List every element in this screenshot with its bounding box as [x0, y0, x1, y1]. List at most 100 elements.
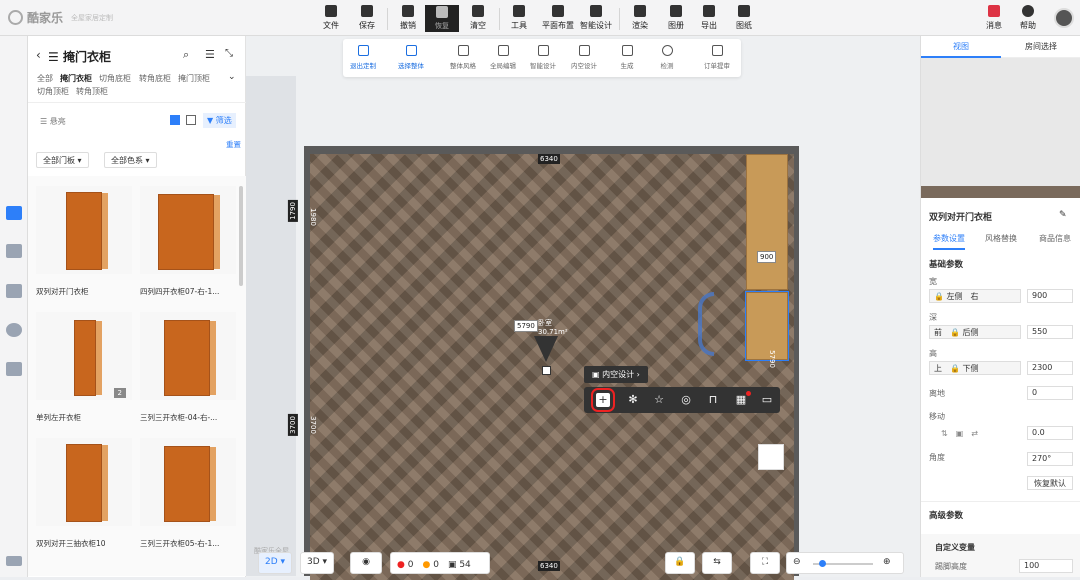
depth-input[interactable]: 550: [1027, 325, 1073, 339]
ground-input[interactable]: 0: [1027, 386, 1073, 400]
rail-list-icon[interactable]: [6, 556, 22, 566]
wardrobe-segment[interactable]: [746, 154, 788, 290]
back-icon[interactable]: ‹: [36, 48, 41, 62]
cat-chamfer-top[interactable]: 切角顶柜: [37, 86, 69, 97]
width-input[interactable]: 900: [1027, 289, 1073, 303]
edit-icon[interactable]: ✎: [1059, 210, 1067, 220]
width-side-toggle[interactable]: 🔒 左侧 右: [929, 289, 1021, 303]
zoom-control[interactable]: ⊖ ⊕: [786, 552, 904, 574]
color-filter-select[interactable]: 全部色系 ▾: [104, 152, 157, 168]
move-direction-icons[interactable]: ⇅ ▣ ⇄: [941, 428, 1011, 438]
cat-hinged-top[interactable]: 掩门顶柜: [178, 73, 210, 84]
product-card[interactable]: 双列对开门衣柜: [36, 186, 136, 297]
hide-eye-icon[interactable]: ◎: [679, 393, 693, 407]
depth-side-toggle[interactable]: 前 🔒 后侧: [929, 325, 1021, 339]
generate-button[interactable]: 生成: [607, 45, 647, 70]
render-button[interactable]: 渲染: [623, 5, 657, 31]
camera-handle-icon[interactable]: [542, 366, 551, 375]
rail-crown-icon[interactable]: [6, 244, 22, 258]
save-button[interactable]: 保存: [350, 5, 384, 31]
product-card[interactable]: 2 单列左开衣柜: [36, 312, 136, 423]
reset-default-button[interactable]: 恢复默认: [1027, 476, 1073, 490]
camera-icon[interactable]: [534, 336, 558, 362]
select-whole-button[interactable]: 选择整体: [391, 45, 431, 70]
dim-selection-width[interactable]: 900: [757, 251, 777, 263]
messages-button[interactable]: 消息: [977, 5, 1011, 31]
overall-style-button[interactable]: 整体风格: [443, 45, 483, 70]
drawing-button[interactable]: 图纸: [727, 5, 761, 31]
order-submit-button[interactable]: 订单提审: [697, 45, 737, 70]
favorite-star-icon[interactable]: ☆: [652, 393, 666, 407]
avatar[interactable]: [1054, 8, 1074, 28]
tools-menu[interactable]: 工具: [502, 5, 536, 31]
subtab-params[interactable]: 参数设置: [933, 233, 965, 250]
toggle-icon[interactable]: ⇆: [702, 552, 732, 574]
chevron-down-icon[interactable]: ⌄: [228, 72, 236, 82]
rail-cabinet-icon[interactable]: [6, 206, 22, 220]
smart-design-button[interactable]: 智能设计: [523, 45, 563, 70]
zoom-in-icon[interactable]: ⊕: [883, 557, 891, 567]
product-card[interactable]: 四列四开衣柜07-右-1...: [140, 186, 240, 297]
door-filter-select[interactable]: 全部门板 ▾: [36, 152, 89, 168]
angle-select[interactable]: 270°: [1027, 452, 1073, 466]
filter-button[interactable]: ▼ 筛选: [203, 113, 236, 128]
list-view-icon[interactable]: [186, 115, 196, 125]
view-preview[interactable]: [921, 58, 1080, 198]
visibility-eye-icon[interactable]: ◉: [350, 552, 382, 574]
fit-view-icon[interactable]: ⛶: [750, 552, 780, 574]
reset-link[interactable]: 重置: [226, 139, 241, 150]
album-button[interactable]: 图册: [659, 5, 693, 31]
kick-height-input[interactable]: 100: [1019, 559, 1073, 573]
height-input[interactable]: 2300: [1027, 361, 1073, 375]
cat-hinged-wardrobe[interactable]: 掩门衣柜: [60, 73, 92, 84]
rail-user-icon[interactable]: [6, 323, 22, 337]
lock-icon[interactable]: 🔒: [665, 552, 695, 574]
exit-customize-button[interactable]: 退出定制: [343, 45, 383, 70]
help-button[interactable]: 帮助: [1011, 5, 1045, 31]
clear-button[interactable]: 清空: [461, 5, 495, 31]
cat-corner-top[interactable]: 转角顶柜: [76, 86, 108, 97]
subtab-style[interactable]: 风格替换: [985, 233, 1017, 244]
delete-trash-icon[interactable]: ▭: [760, 393, 774, 407]
tab-view[interactable]: 视图: [921, 36, 1001, 58]
mode-3d-button[interactable]: 3D ▾: [300, 552, 335, 574]
check-button[interactable]: 检测: [647, 45, 687, 70]
rotate-handle[interactable]: [698, 292, 714, 356]
product-card[interactable]: 三列三开衣柜05-右-1...: [140, 438, 240, 549]
cat-all[interactable]: 全部: [37, 73, 53, 84]
height-side-toggle[interactable]: 上 🔒 下侧: [929, 361, 1021, 375]
layout-menu[interactable]: 平面布置: [540, 5, 576, 31]
cat-corner-base[interactable]: 转角底柜: [139, 73, 171, 84]
cat-chamfer-base[interactable]: 切角底柜: [99, 73, 131, 84]
lock-icon[interactable]: ⊓: [706, 393, 720, 407]
search-icon[interactable]: ⌕: [183, 48, 189, 62]
add-component-icon[interactable]: +: [591, 388, 615, 412]
clipboard-icon[interactable]: [758, 444, 784, 470]
app-logo[interactable]: 酷家乐 全屋家居定制: [8, 9, 113, 26]
rail-bus-icon[interactable]: [6, 362, 22, 376]
smart-design-menu[interactable]: 智能设计: [578, 5, 614, 31]
floor-area[interactable]: [310, 154, 794, 580]
redo-button[interactable]: 恢复: [425, 5, 459, 32]
grid-view-icon[interactable]: [170, 115, 180, 125]
view-mode[interactable]: ☰ 悬亮: [40, 116, 66, 127]
rail-model-icon[interactable]: [6, 284, 22, 298]
list-sort-icon[interactable]: ☰: [205, 48, 215, 61]
subtab-product-info[interactable]: 商品信息: [1039, 233, 1071, 244]
dim-center[interactable]: 5790: [514, 320, 538, 332]
export-menu[interactable]: 导出: [692, 5, 726, 31]
zoom-handle[interactable]: [819, 560, 826, 567]
product-card[interactable]: 三列三开衣柜-04-右-...: [140, 312, 240, 423]
product-card[interactable]: 双列对开三抽衣柜10: [36, 438, 136, 549]
collapse-icon[interactable]: ⤡: [225, 48, 233, 59]
mode-2d-button[interactable]: 2D ▾: [258, 552, 293, 574]
undo-button[interactable]: 撤销: [391, 5, 425, 31]
file-menu[interactable]: 文件: [314, 5, 348, 31]
status-counters[interactable]: ● 0 ● 0 ▣ 54: [390, 552, 490, 574]
zoom-out-icon[interactable]: ⊖: [793, 557, 801, 567]
move-input[interactable]: 0.0: [1027, 426, 1073, 440]
global-edit-button[interactable]: 全局编辑: [483, 45, 523, 70]
interior-design-button[interactable]: ▣ 内空设计 ›: [584, 366, 648, 383]
tab-room-select[interactable]: 房间选择: [1001, 36, 1080, 52]
style-brush-icon[interactable]: ✻: [626, 393, 640, 407]
